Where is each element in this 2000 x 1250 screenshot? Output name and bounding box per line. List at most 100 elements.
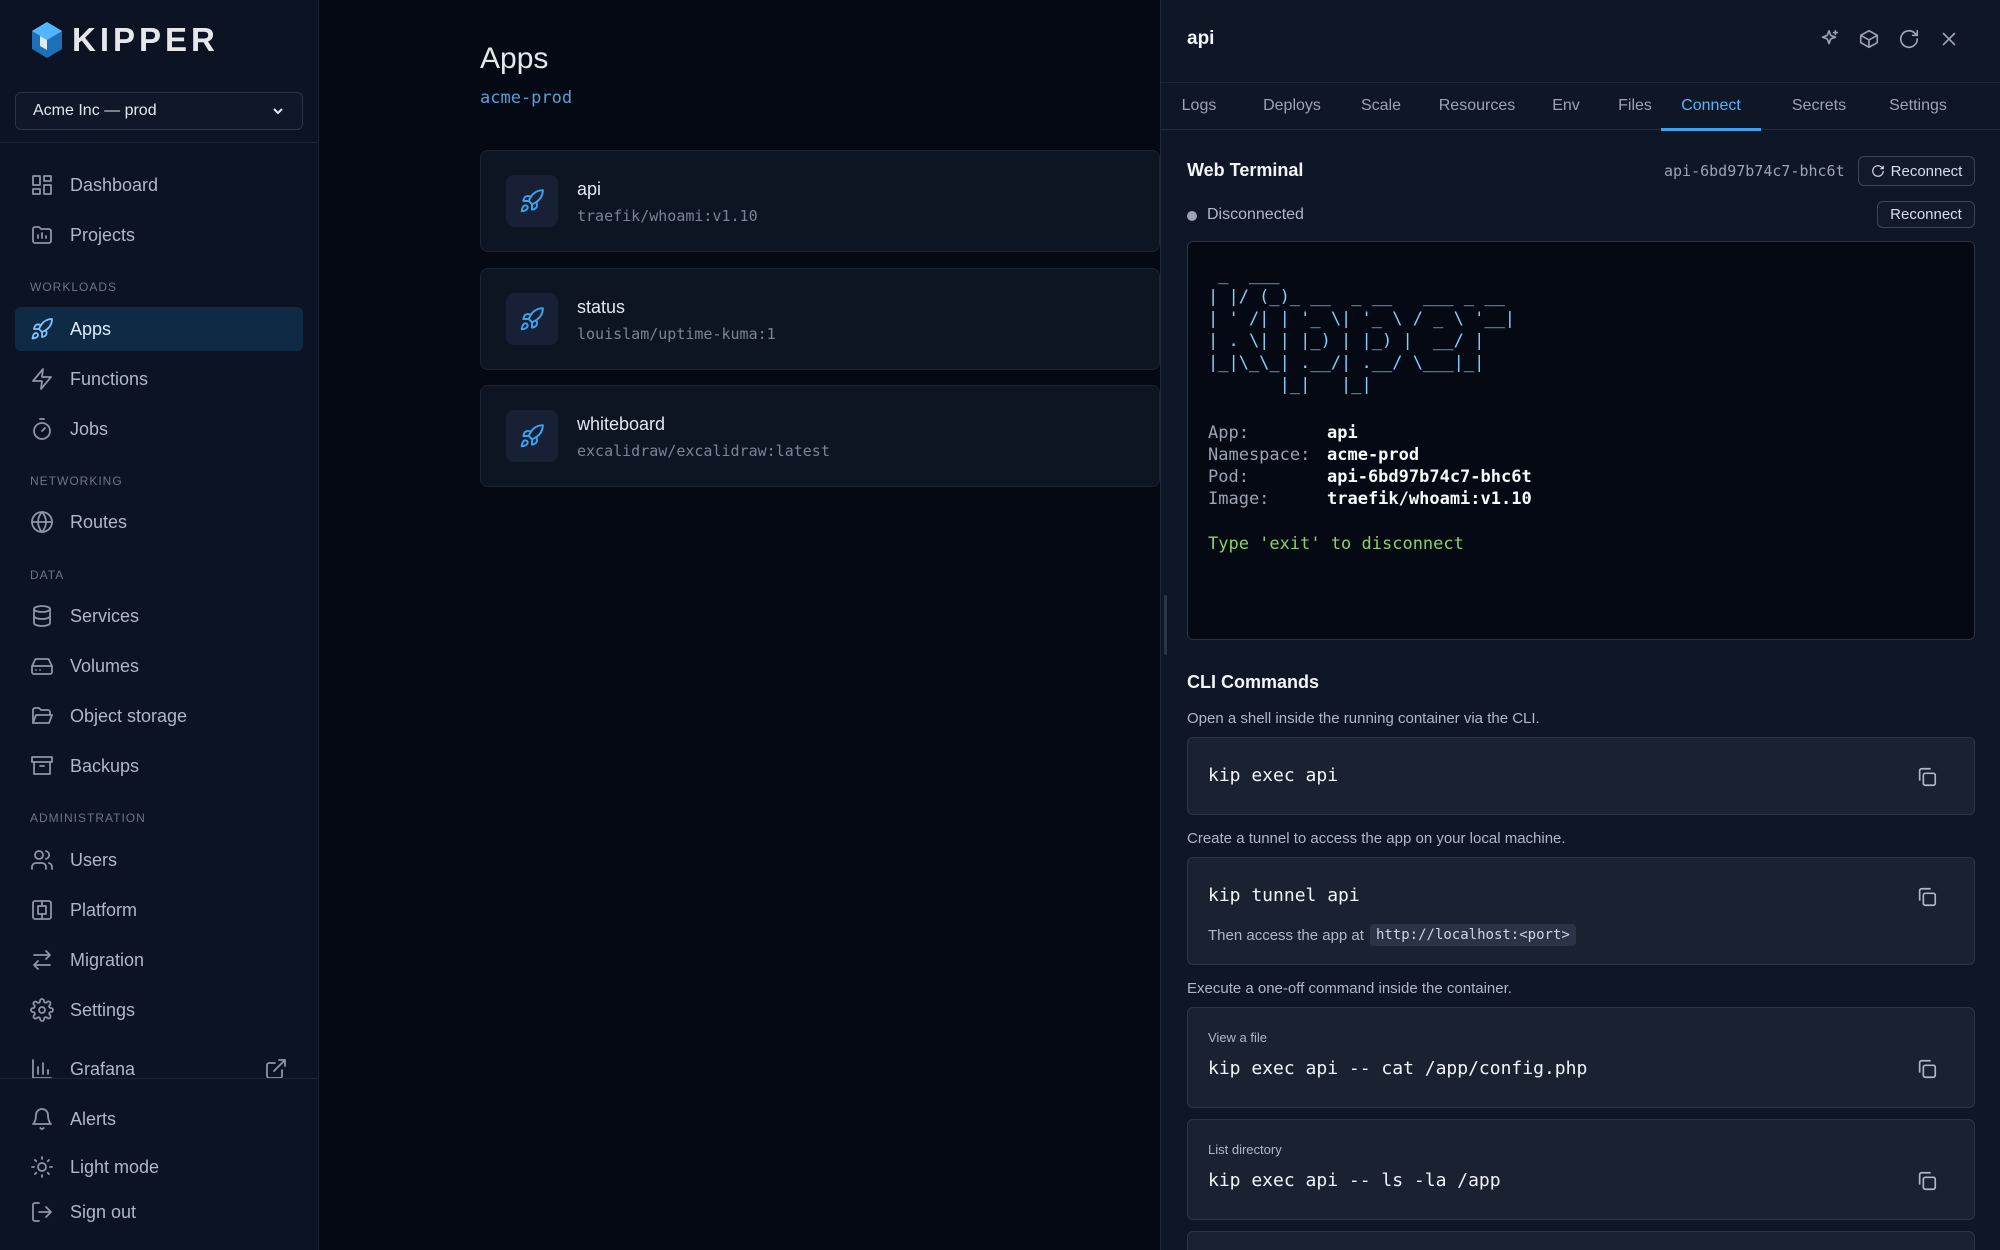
app-card-status[interactable]: status louislam/uptime-kuma:1	[480, 268, 1160, 370]
sidebar-item-dashboard[interactable]: Dashboard	[15, 163, 303, 207]
panel-actions	[1818, 28, 1960, 50]
example-command-box: List directory kip exec api -- ls -la /a…	[1187, 1119, 1975, 1220]
archive-icon	[31, 756, 53, 775]
tab-logs[interactable]: Logs	[1165, 83, 1233, 131]
connection-status: Disconnected	[1207, 206, 1304, 223]
sidebar-item-projects[interactable]: Projects	[15, 213, 303, 257]
terminal-exit-message: Type 'exit' to disconnect	[1208, 534, 1464, 554]
bolt-icon	[32, 368, 52, 390]
platform-icon	[32, 900, 52, 920]
brand-logo[interactable]: KIPPER	[30, 20, 219, 60]
app-detail-panel: api Logs Deploys Scale Resources Env Fil…	[1160, 0, 2000, 1250]
sidebar-item-grafana[interactable]: Grafana	[15, 1047, 303, 1091]
sidebar-item-label: Alerts	[70, 1108, 117, 1129]
folder-icon	[32, 226, 52, 244]
copy-icon[interactable]	[1916, 886, 1938, 908]
app-name: api	[577, 179, 602, 199]
reconnect-button[interactable]: Reconnect	[1858, 156, 1975, 186]
brand-name: KIPPER	[72, 21, 219, 58]
sidebar-item-routes[interactable]: Routes	[15, 500, 303, 544]
shell-command[interactable]: kip exec api	[1208, 765, 1338, 786]
tunnel-hint: Then access the app at http://localhost:…	[1208, 924, 1576, 946]
sidebar-item-label: Dashboard	[70, 174, 159, 195]
rocket-icon	[520, 307, 544, 331]
reconnect-label: Reconnect	[1890, 206, 1962, 223]
sparkle-icon[interactable]	[1818, 28, 1840, 50]
terminal-info-row: Image: traefik/whoami:v1.10	[1208, 489, 1532, 509]
sidebar-item-label: Grafana	[70, 1058, 136, 1079]
sign-out-button[interactable]: Sign out	[15, 1190, 303, 1234]
tunnel-description: Create a tunnel to access the app on you…	[1187, 830, 1566, 847]
drive-icon	[31, 658, 53, 675]
tab-files[interactable]: Files	[1605, 83, 1665, 131]
tab-settings[interactable]: Settings	[1873, 83, 1963, 131]
tab-connect[interactable]: Connect	[1661, 83, 1761, 131]
tunnel-hint-text: Then access the app at	[1208, 926, 1364, 944]
database-icon	[33, 605, 51, 627]
pod-name: api-6bd97b74c7-bhc6t	[1664, 162, 1845, 180]
sidebar-item-label: Sign out	[70, 1201, 137, 1222]
copy-icon[interactable]	[1916, 1058, 1938, 1080]
shell-description: Open a shell inside the running containe…	[1187, 710, 1540, 727]
example-label: List directory	[1208, 1142, 1282, 1157]
tab-secrets[interactable]: Secrets	[1775, 83, 1863, 131]
sidebar-item-object-storage[interactable]: Object storage	[15, 694, 303, 738]
sidebar-item-migration[interactable]: Migration	[15, 938, 303, 982]
sidebar-item-settings[interactable]: Settings	[15, 988, 303, 1032]
sidebar-item-label: Object storage	[70, 705, 188, 726]
app-card-whiteboard[interactable]: whiteboard excalidraw/excalidraw:latest	[480, 385, 1160, 487]
package-icon[interactable]	[1858, 28, 1880, 50]
sidebar-item-platform[interactable]: Platform	[15, 888, 303, 932]
tab-resources[interactable]: Resources	[1425, 83, 1529, 131]
app-card-api[interactable]: api traefik/whoami:v1.10	[480, 150, 1160, 252]
sidebar-item-services[interactable]: Services	[15, 594, 303, 638]
sidebar-item-apps[interactable]: Apps	[15, 307, 303, 351]
chevron-down-icon	[273, 108, 283, 115]
sidebar-item-label: Platform	[70, 899, 138, 920]
sidebar-item-label: Volumes	[70, 655, 140, 676]
app-icon	[506, 410, 558, 462]
copy-icon[interactable]	[1916, 1170, 1938, 1192]
tab-scale[interactable]: Scale	[1349, 83, 1413, 131]
tunnel-url: http://localhost:<port>	[1369, 924, 1576, 946]
refresh-icon	[1871, 165, 1884, 177]
terminal-info-row: Pod: api-6bd97b74c7-bhc6t	[1208, 467, 1532, 487]
tab-deploys[interactable]: Deploys	[1249, 83, 1335, 131]
sidebar-item-label: Functions	[70, 368, 149, 389]
gear-icon	[30, 998, 54, 1022]
example-command[interactable]: kip exec api -- ls -la /app	[1208, 1170, 1501, 1191]
app-name: whiteboard	[577, 414, 666, 434]
reconnect-button-secondary[interactable]: Reconnect	[1877, 201, 1975, 228]
tunnel-command[interactable]: kip tunnel api	[1208, 885, 1360, 906]
sidebar-divider	[0, 1078, 319, 1079]
sidebar: KIPPER Acme Inc — prod Dashboard Project…	[0, 0, 319, 1250]
folder-open-icon	[32, 707, 53, 724]
sidebar-item-label: Services	[70, 605, 140, 626]
app-image: louislam/uptime-kuma:1	[577, 325, 776, 343]
environment-select[interactable]: Acme Inc — prod	[15, 92, 303, 130]
status-indicator	[1187, 211, 1197, 221]
example-command[interactable]: kip exec api -- cat /app/config.php	[1208, 1058, 1587, 1079]
example-label: View a file	[1208, 1030, 1268, 1045]
section-title-workloads: WORKLOADS	[30, 280, 118, 294]
light-mode-toggle[interactable]: Light mode	[15, 1145, 303, 1189]
sidebar-item-label: Apps	[70, 318, 112, 339]
environment-select-value: Acme Inc — prod	[33, 102, 157, 119]
sidebar-item-backups[interactable]: Backups	[15, 744, 303, 788]
sidebar-item-jobs[interactable]: Jobs	[15, 407, 303, 451]
sidebar-item-functions[interactable]: Functions	[15, 357, 303, 401]
copy-icon[interactable]	[1916, 766, 1938, 788]
arrows-icon	[33, 950, 51, 970]
app-icon	[506, 175, 558, 227]
close-icon[interactable]	[1938, 28, 1960, 50]
terminal-window[interactable]: _ ___ | |/ (_)_ __ _ __ ___ _ __ | ' /| …	[1187, 241, 1975, 640]
refresh-icon[interactable]	[1898, 28, 1920, 50]
sidebar-item-label: Settings	[70, 999, 136, 1020]
sidebar-item-volumes[interactable]: Volumes	[15, 644, 303, 688]
panel-resize-handle[interactable]	[1164, 595, 1167, 655]
sidebar-item-users[interactable]: Users	[15, 838, 303, 882]
cli-commands-title: CLI Commands	[1187, 672, 1320, 692]
tab-env[interactable]: Env	[1541, 83, 1591, 131]
panel-title: api	[1187, 28, 1215, 49]
sidebar-item-alerts[interactable]: Alerts	[15, 1097, 303, 1141]
